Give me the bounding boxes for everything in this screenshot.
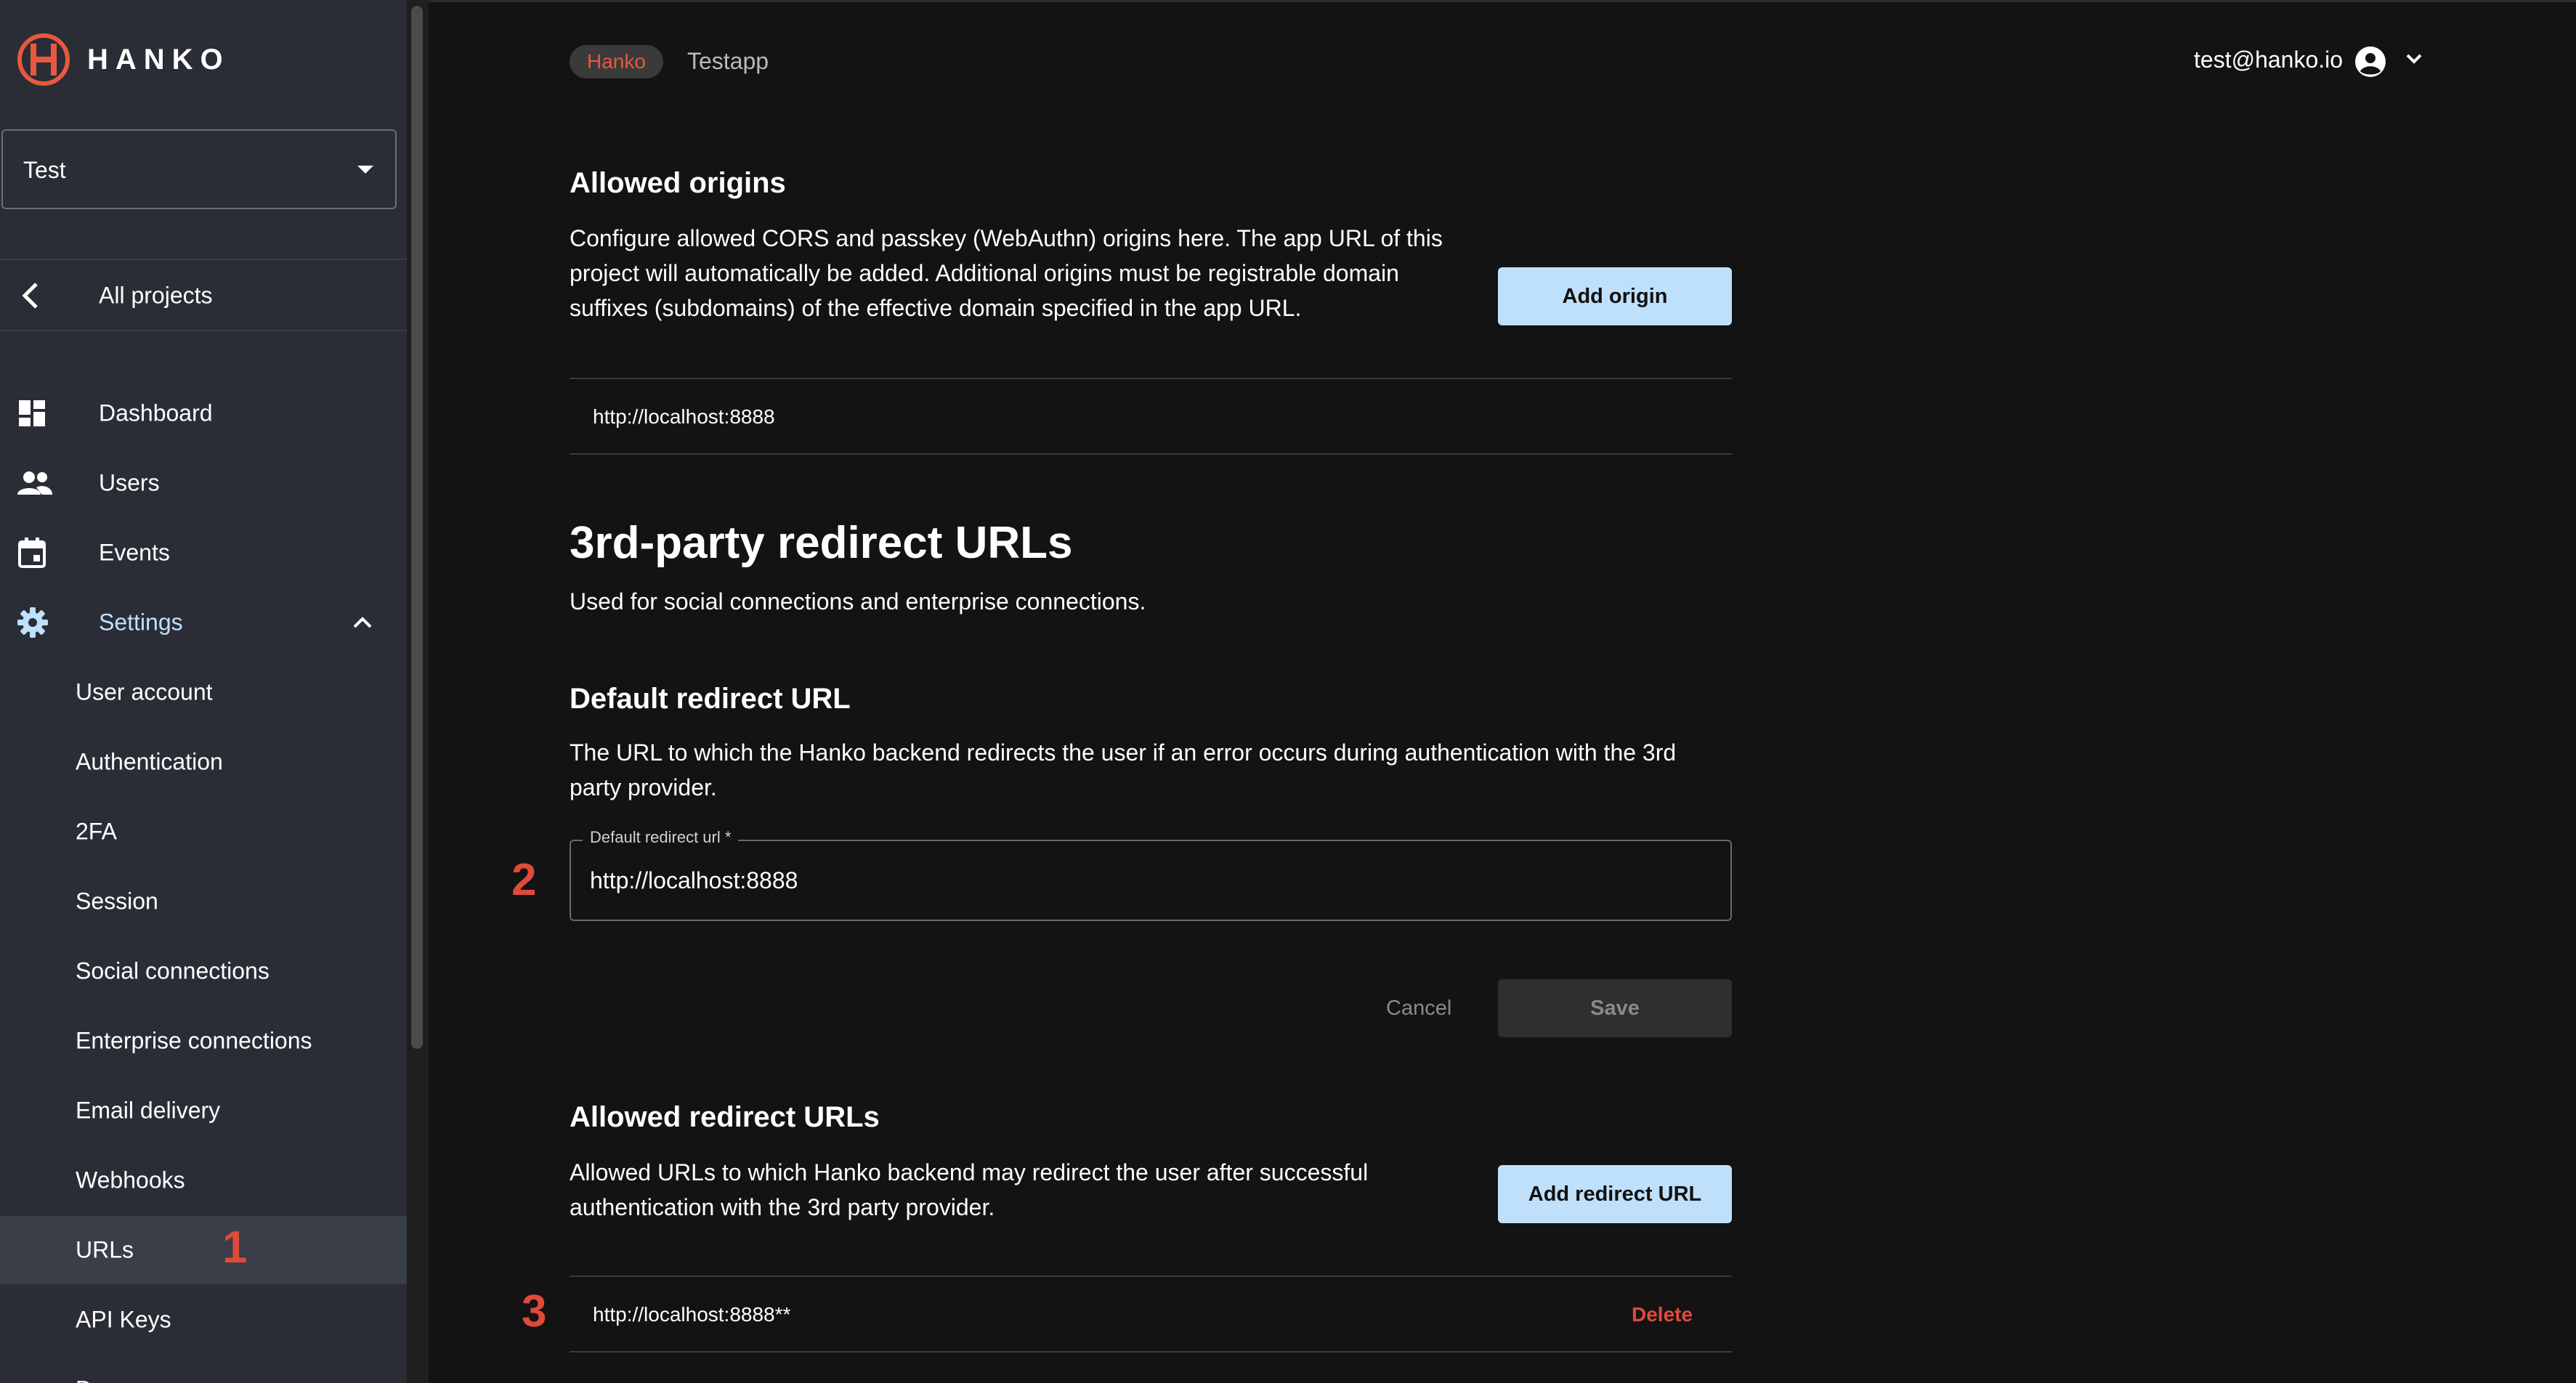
settings-item-label: 2FA [76, 818, 117, 845]
list-divider [570, 453, 1732, 455]
nav-dashboard[interactable]: Dashboard [0, 381, 407, 446]
annotation-number-3: 3 [522, 1286, 547, 1337]
description-line: party provider. [570, 774, 717, 800]
settings-item-2fa[interactable]: 2FA [0, 798, 407, 866]
chevron-left-icon [22, 283, 38, 309]
settings-item-label: Enterprise connections [76, 1027, 312, 1054]
add-origin-button[interactable]: Add origin [1498, 267, 1732, 325]
org-chip-label: Hanko [587, 50, 646, 73]
settings-item-email-delivery[interactable]: Email delivery [0, 1076, 407, 1145]
save-label: Save [1590, 996, 1640, 1020]
user-email[interactable]: test@hanko.io [2194, 46, 2343, 73]
add-origin-label: Add origin [1562, 284, 1668, 308]
settings-item-social-connections[interactable]: Social connections [0, 937, 407, 1005]
description-line: suffixes (subdomains) of the effective d… [570, 295, 1302, 321]
settings-item-label: Webhooks [76, 1167, 185, 1193]
origin-list-item: http://localhost:8888 [593, 405, 775, 428]
list-divider [570, 1275, 1732, 1277]
redirect-urls-heading: 3rd-party redirect URLs [570, 518, 1073, 568]
nav-settings[interactable]: Settings [0, 590, 407, 655]
description-line: Allowed URLs to which Hanko backend may … [570, 1159, 1369, 1185]
annotation-number-1: 1 [222, 1222, 248, 1273]
nav-events[interactable]: Events [0, 520, 407, 585]
add-redirect-url-label: Add redirect URL [1528, 1182, 1702, 1206]
hanko-logo-icon [17, 33, 70, 86]
sidebar-scrollbar-thumb[interactable] [411, 6, 423, 1049]
settings-item-label: User account [76, 678, 213, 705]
settings-item-label: Danger zone [76, 1376, 208, 1383]
allowed-redirects-title: Allowed redirect URLs [570, 1101, 880, 1133]
save-button[interactable]: Save [1498, 979, 1732, 1037]
default-redirect-description: The URL to which the Hanko backend redir… [570, 735, 1746, 805]
nav-settings-label: Settings [99, 609, 183, 636]
settings-item-enterprise-connections[interactable]: Enterprise connections [0, 1007, 407, 1075]
redirect-list-item: http://localhost:8888** [593, 1303, 791, 1326]
sidebar: HANKO Test All projects Dashboard Users [0, 0, 407, 1383]
default-redirect-url-value[interactable]: http://localhost:8888 [590, 867, 798, 894]
account-circle-icon[interactable] [2354, 45, 2387, 78]
calendar-icon [18, 538, 46, 568]
default-redirect-title: Default redirect URL [570, 683, 851, 715]
annotation-number-2: 2 [511, 855, 537, 905]
allowed-redirects-description: Allowed URLs to which Hanko backend may … [570, 1155, 1470, 1225]
list-divider [570, 378, 1732, 379]
description-line: project will automatically be added. Add… [570, 260, 1399, 286]
settings-item-api-keys[interactable]: API Keys [0, 1286, 407, 1354]
description-line: authentication with the 3rd party provid… [570, 1194, 995, 1220]
org-chip[interactable]: Hanko [570, 45, 663, 78]
gear-icon [17, 607, 48, 638]
breadcrumb-project[interactable]: Testapp [687, 48, 769, 75]
settings-item-label: API Keys [76, 1306, 171, 1333]
brand-name: HANKO [87, 43, 230, 76]
caret-down-icon [357, 166, 373, 174]
settings-item-session[interactable]: Session [0, 867, 407, 936]
all-projects-label: All projects [99, 282, 213, 309]
add-redirect-url-button[interactable]: Add redirect URL [1498, 1165, 1732, 1223]
project-select-value: Test [23, 157, 66, 183]
all-projects-link[interactable]: All projects [0, 263, 407, 328]
settings-item-label: URLs [76, 1236, 134, 1263]
nav-users-label: Users [99, 469, 160, 496]
hanko-logo[interactable]: HANKO [16, 32, 230, 87]
settings-item-label: Session [76, 888, 158, 914]
divider [0, 330, 407, 331]
settings-item-authentication[interactable]: Authentication [0, 728, 407, 796]
users-icon [17, 471, 52, 495]
project-select[interactable]: Test [1, 129, 397, 209]
chevron-up-icon[interactable] [352, 615, 373, 630]
nav-users[interactable]: Users [0, 450, 407, 516]
chevron-down-icon[interactable] [2405, 52, 2423, 65]
settings-item-webhooks[interactable]: Webhooks [0, 1146, 407, 1214]
settings-item-urls[interactable]: URLs [0, 1216, 407, 1284]
description-line: The URL to which the Hanko backend redir… [570, 739, 1677, 766]
dashboard-icon [19, 400, 45, 426]
delete-redirect-button[interactable]: Delete [1632, 1303, 1693, 1326]
cancel-button[interactable]: Cancel [1386, 997, 1451, 1021]
default-redirect-url-label: Default redirect url * [583, 828, 739, 847]
settings-item-user-account[interactable]: User account [0, 658, 407, 726]
settings-item-label: Email delivery [76, 1097, 221, 1124]
settings-item-danger-zone[interactable]: Danger zone [0, 1355, 407, 1383]
nav-dashboard-label: Dashboard [99, 400, 213, 426]
allowed-origins-description: Configure allowed CORS and passkey (WebA… [570, 221, 1470, 325]
divider [0, 259, 407, 260]
settings-item-label: Authentication [76, 748, 223, 775]
description-line: Configure allowed CORS and passkey (WebA… [570, 225, 1443, 251]
settings-item-label: Social connections [76, 957, 270, 984]
redirect-urls-subtitle: Used for social connections and enterpri… [570, 588, 1146, 615]
list-divider [570, 1351, 1732, 1352]
allowed-origins-title: Allowed origins [570, 167, 786, 199]
nav-events-label: Events [99, 539, 170, 566]
